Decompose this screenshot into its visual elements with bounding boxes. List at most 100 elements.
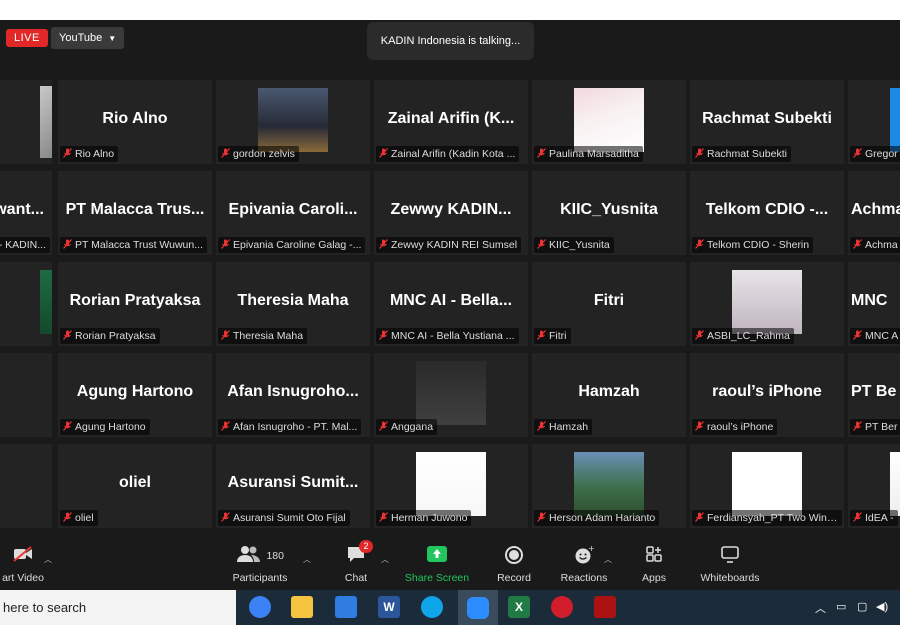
chat-icon: 2 — [338, 540, 374, 567]
participant-tile[interactable]: Theresia Maha Theresia Maha — [216, 262, 370, 346]
participant-tile[interactable]: Hamzah Hamzah — [532, 353, 686, 437]
participant-tile[interactable]: Herson Adam Harianto — [532, 444, 686, 528]
edge-legacy-icon[interactable] — [249, 596, 271, 618]
participant-label-text: raoul’s iPhone — [707, 421, 774, 433]
participant-tile[interactable]: raoul’s iPhone raoul’s iPhone — [690, 353, 844, 437]
participant-tile[interactable]: MNC MNC A — [848, 262, 900, 346]
meeting-toolbar: art Video ︿ 180 Participants ︿ 2 Chat ︿ … — [0, 537, 900, 590]
participant-tile[interactable]: Rachmat Subekti Rachmat Subekti — [690, 80, 844, 164]
excel-icon[interactable]: X — [508, 596, 530, 618]
apps-button[interactable]: Apps — [637, 545, 671, 584]
top-strip — [0, 0, 900, 20]
word-icon[interactable]: W — [378, 596, 400, 618]
muted-mic-icon — [695, 148, 704, 160]
participant-tile[interactable]: want... - KADIN... — [0, 171, 52, 255]
participant-tile[interactable] — [0, 262, 52, 346]
participant-tile[interactable]: Achma Achma — [848, 171, 900, 255]
participant-tile[interactable]: Fitri Fitri — [532, 262, 686, 346]
edge-browser-icon[interactable] — [421, 596, 443, 618]
participant-tile[interactable]: Gregor — [848, 80, 900, 164]
share-screen-label: Share Screen — [404, 572, 470, 584]
muted-mic-icon — [221, 512, 230, 524]
participant-tile[interactable]: Rorian Pratyaksa Rorian Pratyaksa — [58, 262, 212, 346]
participant-tile[interactable]: PT Malacca Trus... PT Malacca Trust Wuwun… — [58, 171, 212, 255]
participant-tile[interactable]: Agung Hartono Agung Hartono — [58, 353, 212, 437]
display-icon[interactable]: ▢ — [857, 600, 867, 613]
muted-mic-icon — [63, 421, 72, 433]
participant-tile[interactable]: Rio Alno Rio Alno — [58, 80, 212, 164]
participant-name-label: PT Ber — [850, 419, 900, 435]
participant-name-label: KIIC_Yusnita — [534, 237, 614, 253]
muted-mic-icon — [853, 512, 862, 524]
participant-display-name: Epivania Caroli... — [228, 201, 358, 218]
participant-tile[interactable]: KIIC_Yusnita KIIC_Yusnita — [532, 171, 686, 255]
participant-label-text: Fitri — [549, 330, 567, 342]
muted-mic-icon — [221, 239, 230, 251]
record-button[interactable]: Record — [494, 545, 534, 584]
participant-tile[interactable]: Asuransi Sumit... Asuransi Sumit Oto Fija… — [216, 444, 370, 528]
participants-button[interactable]: 180 Participants — [230, 545, 290, 584]
taskbar-search-box[interactable]: here to search — [0, 590, 236, 625]
share-screen-button[interactable]: Share Screen — [402, 545, 472, 584]
opera-icon[interactable] — [551, 596, 573, 618]
chat-button[interactable]: 2 Chat — [338, 540, 374, 584]
participant-tile[interactable]: IdEA - — [848, 444, 900, 528]
participant-tile[interactable]: Ferdiansyah_PT Two Win ... — [690, 444, 844, 528]
participant-tile[interactable] — [0, 444, 52, 528]
record-label: Record — [497, 572, 531, 584]
youtube-stream-button[interactable]: YouTube ▼ — [51, 27, 125, 49]
muted-mic-icon — [537, 421, 546, 433]
participant-name-label: raoul’s iPhone — [692, 419, 778, 435]
participant-tile[interactable]: Anggana — [374, 353, 528, 437]
participant-label-text: gordon zelvis — [233, 148, 295, 160]
file-explorer-icon[interactable] — [291, 596, 313, 618]
participant-name-label: Ferdiansyah_PT Two Win ... — [692, 510, 842, 526]
participant-name-label: Zainal Arifin (Kadin Kota ... — [376, 146, 520, 162]
tray-chevron-up-icon[interactable]: ︿ — [815, 600, 826, 616]
participant-name-label: Agung Hartono — [60, 419, 150, 435]
reactions-options-chevron-icon[interactable]: ︿ — [604, 554, 612, 565]
participants-label: Participants — [232, 572, 288, 584]
participant-tile[interactable]: MNC AI - Bella... MNC AI - Bella Yustiana… — [374, 262, 528, 346]
participant-label-text: Rachmat Subekti — [707, 148, 787, 160]
participant-tile[interactable]: oliel oliel — [58, 444, 212, 528]
participant-display-name: want... — [0, 201, 44, 218]
reactions-button[interactable]: + Reactions — [558, 544, 610, 584]
participant-label-text: Asuransi Sumit Oto Fijal — [233, 512, 346, 524]
participants-options-chevron-icon[interactable]: ︿ — [303, 554, 311, 565]
whiteboards-button[interactable]: Whiteboards — [697, 545, 763, 584]
mail-icon[interactable] — [335, 596, 357, 618]
volume-icon[interactable]: ◀) — [876, 600, 888, 613]
participant-tile[interactable]: ASBI_LC_Rahma — [690, 262, 844, 346]
zoom-icon — [467, 597, 489, 619]
network-icon[interactable]: ▭ — [836, 600, 846, 613]
muted-mic-icon — [853, 239, 862, 251]
participant-label-text: Anggana — [391, 421, 434, 433]
participant-video-thumbnail — [258, 88, 328, 152]
participant-tile[interactable]: Zainal Arifin (K... Zainal Arifin (Kadin … — [374, 80, 528, 164]
muted-mic-icon — [221, 330, 230, 342]
participant-tile[interactable] — [0, 353, 52, 437]
start-video-button[interactable]: art Video — [0, 545, 46, 584]
zoom-taskbar-active[interactable] — [458, 590, 498, 625]
participant-tile[interactable]: Paulina Marsaditha — [532, 80, 686, 164]
participant-name-label: IdEA - — [850, 510, 898, 526]
participant-tile[interactable]: Afan Isnugroho... Afan Isnugroho - PT. Ma… — [216, 353, 370, 437]
participant-tile[interactable]: Zewwy KADIN... Zewwy KADIN REI Sumsel — [374, 171, 528, 255]
video-options-chevron-icon[interactable]: ︿ — [44, 554, 52, 565]
participant-video-thumbnail — [732, 452, 802, 516]
participant-display-name: Rorian Pratyaksa — [69, 292, 201, 309]
participant-name-label: Fitri — [534, 328, 571, 344]
participant-tile[interactable]: Herman Juwono — [374, 444, 528, 528]
muted-mic-icon — [379, 421, 388, 433]
reactions-smiley-icon: + — [558, 544, 610, 567]
participant-tile[interactable]: PT Be PT Ber — [848, 353, 900, 437]
participant-name-label: Rorian Pratyaksa — [60, 328, 160, 344]
chat-options-chevron-icon[interactable]: ︿ — [381, 554, 389, 565]
participant-tile[interactable]: gordon zelvis — [216, 80, 370, 164]
live-badge[interactable]: LIVE — [6, 29, 48, 47]
game-app-icon[interactable] — [594, 596, 616, 618]
participant-tile[interactable]: Telkom CDIO -... Telkom CDIO - Sherin — [690, 171, 844, 255]
participant-tile[interactable] — [0, 80, 52, 164]
participant-tile[interactable]: Epivania Caroli... Epivania Caroline Gala… — [216, 171, 370, 255]
